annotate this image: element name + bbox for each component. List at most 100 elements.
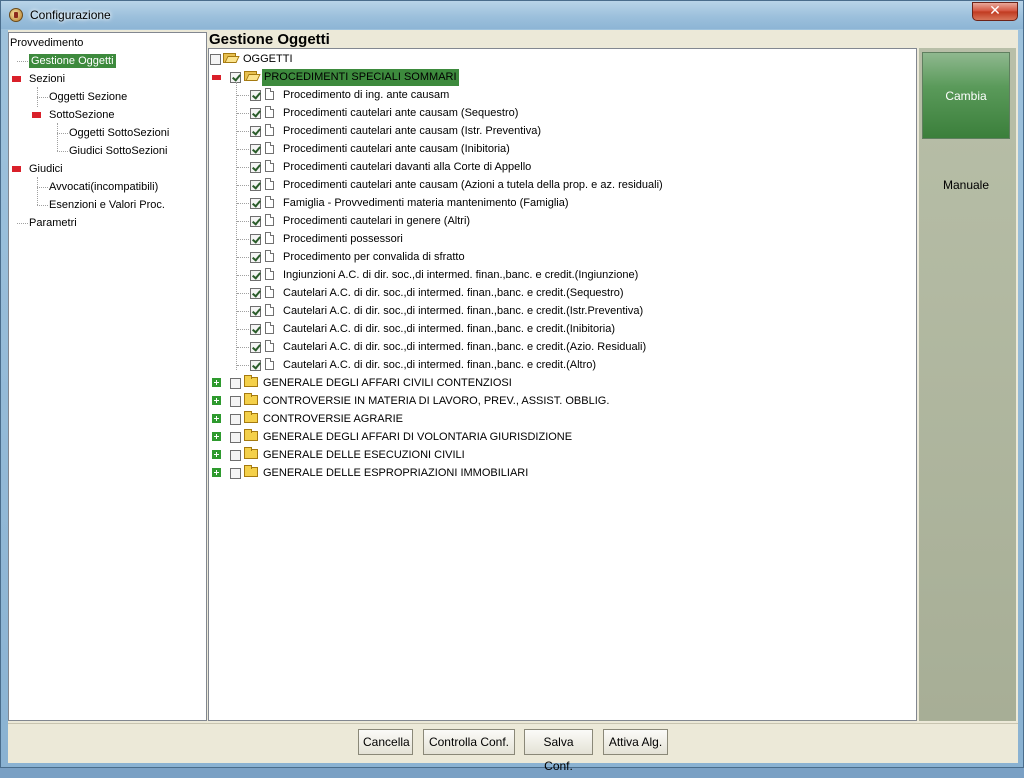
- document-icon: [265, 88, 274, 100]
- object-label: Famiglia - Provvedimenti materia manteni…: [283, 197, 569, 209]
- object-item[interactable]: Cautelari A.C. di dir. soc.,di intermed.…: [209, 320, 909, 338]
- object-checkbox[interactable]: [250, 108, 261, 119]
- tree-root-provvedimento[interactable]: Provvedimento: [10, 35, 83, 51]
- collapse-icon[interactable]: [12, 166, 21, 172]
- object-checkbox[interactable]: [250, 324, 261, 335]
- object-item[interactable]: Ingiunzioni A.C. di dir. soc.,di interme…: [209, 266, 909, 284]
- tree-connector: [237, 293, 249, 294]
- object-item[interactable]: Procedimenti possessori: [209, 230, 909, 248]
- object-item[interactable]: Cautelari A.C. di dir. soc.,di intermed.…: [209, 302, 909, 320]
- object-checkbox[interactable]: [250, 198, 261, 209]
- object-checkbox[interactable]: [250, 360, 261, 371]
- group-checkbox[interactable]: [230, 432, 241, 443]
- object-label: Procedimenti cautelari ante causam (Azio…: [283, 179, 663, 191]
- object-item[interactable]: Procedimento per convalida di sfratto: [209, 248, 909, 266]
- object-item[interactable]: Cautelari A.C. di dir. soc.,di intermed.…: [209, 338, 909, 356]
- document-icon: [265, 340, 274, 352]
- controlla-conf-button[interactable]: Controlla Conf.: [423, 729, 515, 755]
- tree-item-oggetti-sezione[interactable]: Oggetti Sezione: [49, 89, 127, 105]
- group-label: GENERALE DEGLI AFFARI CIVILI CONTENZIOSI: [263, 377, 512, 389]
- title-bar[interactable]: Configurazione ✕: [1, 1, 1023, 29]
- object-checkbox[interactable]: [250, 270, 261, 281]
- tree-connector: [237, 167, 249, 168]
- collapsed-group[interactable]: GENERALE DEGLI AFFARI DI VOLONTARIA GIUR…: [209, 428, 909, 446]
- salva-conf-button[interactable]: Salva Conf.: [524, 729, 593, 773]
- object-checkbox[interactable]: [250, 90, 261, 101]
- document-icon: [265, 358, 274, 370]
- object-item[interactable]: Procedimenti cautelari ante causam (Azio…: [209, 176, 909, 194]
- tree-connector: [237, 131, 249, 132]
- object-checkbox[interactable]: [250, 144, 261, 155]
- tree-item-giudici-sottosezioni[interactable]: Giudici SottoSezioni: [69, 143, 167, 159]
- window-title: Configurazione: [30, 8, 111, 22]
- collapsed-group[interactable]: GENERALE DEGLI AFFARI CIVILI CONTENZIOSI: [209, 374, 909, 392]
- expand-icon[interactable]: [212, 432, 221, 441]
- document-icon: [265, 232, 274, 244]
- object-checkbox[interactable]: [250, 288, 261, 299]
- objects-tree[interactable]: OGGETTI PROCEDIMENTI SPECIALI SOMMARI Pr…: [208, 48, 917, 721]
- tree-connector: [237, 149, 249, 150]
- object-checkbox[interactable]: [250, 342, 261, 353]
- object-checkbox[interactable]: [250, 180, 261, 191]
- collapsed-group[interactable]: GENERALE DELLE ESECUZIONI CIVILI: [209, 446, 909, 464]
- collapse-icon[interactable]: [32, 112, 41, 118]
- tree-item-gestione-oggetti[interactable]: Gestione Oggetti: [29, 53, 116, 69]
- cambia-button[interactable]: Cambia: [922, 52, 1010, 139]
- expand-icon[interactable]: [212, 378, 221, 387]
- expand-icon[interactable]: [212, 450, 221, 459]
- object-item[interactable]: Procedimento di ing. ante causam: [209, 86, 909, 104]
- group-checkbox[interactable]: [230, 414, 241, 425]
- root-checkbox[interactable]: [210, 54, 221, 65]
- expand-icon[interactable]: [212, 396, 221, 405]
- object-label: Procedimenti possessori: [283, 233, 403, 245]
- group-checkbox[interactable]: [230, 450, 241, 461]
- object-item[interactable]: Procedimenti cautelari ante causam (Inib…: [209, 140, 909, 158]
- group-checkbox[interactable]: [230, 378, 241, 389]
- tree-connector: [237, 347, 249, 348]
- tree-item-sottosezione[interactable]: SottoSezione: [49, 107, 114, 123]
- folder-icon: [244, 375, 258, 387]
- collapsed-group[interactable]: CONTROVERSIE AGRARIE: [209, 410, 909, 428]
- object-checkbox[interactable]: [250, 162, 261, 173]
- tree-item-parametri[interactable]: Parametri: [29, 215, 77, 231]
- tree-item-oggetti-sottosezioni[interactable]: Oggetti SottoSezioni: [69, 125, 169, 141]
- collapsed-group[interactable]: GENERALE DELLE ESPROPRIAZIONI IMMOBILIAR…: [209, 464, 909, 482]
- object-checkbox[interactable]: [250, 306, 261, 317]
- object-item[interactable]: Procedimenti cautelari davanti alla Cort…: [209, 158, 909, 176]
- object-item[interactable]: Cautelari A.C. di dir. soc.,di intermed.…: [209, 356, 909, 374]
- attiva-alg-button[interactable]: Attiva Alg.: [603, 729, 668, 755]
- tree-item-giudici[interactable]: Giudici: [29, 161, 63, 177]
- group-checkbox[interactable]: [230, 396, 241, 407]
- object-checkbox[interactable]: [250, 126, 261, 137]
- object-checkbox[interactable]: [250, 216, 261, 227]
- tree-item-esenzioni[interactable]: Esenzioni e Valori Proc.: [49, 197, 165, 213]
- folder-icon: [244, 447, 258, 459]
- tree-root-label: Provvedimento: [10, 37, 84, 49]
- object-item[interactable]: Procedimenti cautelari ante causam (Istr…: [209, 122, 909, 140]
- tree-item-sezioni[interactable]: Sezioni: [29, 71, 65, 87]
- object-checkbox[interactable]: [250, 234, 261, 245]
- collapse-icon[interactable]: [12, 76, 21, 82]
- group-procedimenti-speciali[interactable]: PROCEDIMENTI SPECIALI SOMMARI: [209, 68, 909, 86]
- object-item[interactable]: Famiglia - Provvedimenti materia manteni…: [209, 194, 909, 212]
- expand-icon[interactable]: [212, 414, 221, 423]
- collapse-icon[interactable]: [212, 75, 221, 80]
- cancella-button[interactable]: Cancella: [358, 729, 413, 755]
- group-label: CONTROVERSIE IN MATERIA DI LAVORO, PREV.…: [263, 395, 610, 407]
- root-label: OGGETTI: [243, 53, 293, 65]
- object-item[interactable]: Cautelari A.C. di dir. soc.,di intermed.…: [209, 284, 909, 302]
- tree-root-oggetti[interactable]: OGGETTI: [209, 50, 809, 68]
- object-item[interactable]: Procedimenti cautelari in genere (Altri): [209, 212, 909, 230]
- tree-connector: [37, 177, 38, 205]
- navigation-tree[interactable]: Provvedimento Gestione Oggetti Sezioni O…: [8, 32, 207, 721]
- close-button[interactable]: ✕: [972, 2, 1018, 21]
- object-item[interactable]: Procedimenti cautelari ante causam (Sequ…: [209, 104, 909, 122]
- tree-item-avvocati[interactable]: Avvocati(incompatibili): [49, 179, 158, 195]
- collapsed-group[interactable]: CONTROVERSIE IN MATERIA DI LAVORO, PREV.…: [209, 392, 909, 410]
- folder-icon: [244, 465, 258, 477]
- expand-icon[interactable]: [212, 468, 221, 477]
- group-checkbox[interactable]: [230, 468, 241, 479]
- object-checkbox[interactable]: [250, 252, 261, 263]
- manuale-button[interactable]: Manuale: [922, 143, 1010, 228]
- folder-icon: [244, 429, 258, 441]
